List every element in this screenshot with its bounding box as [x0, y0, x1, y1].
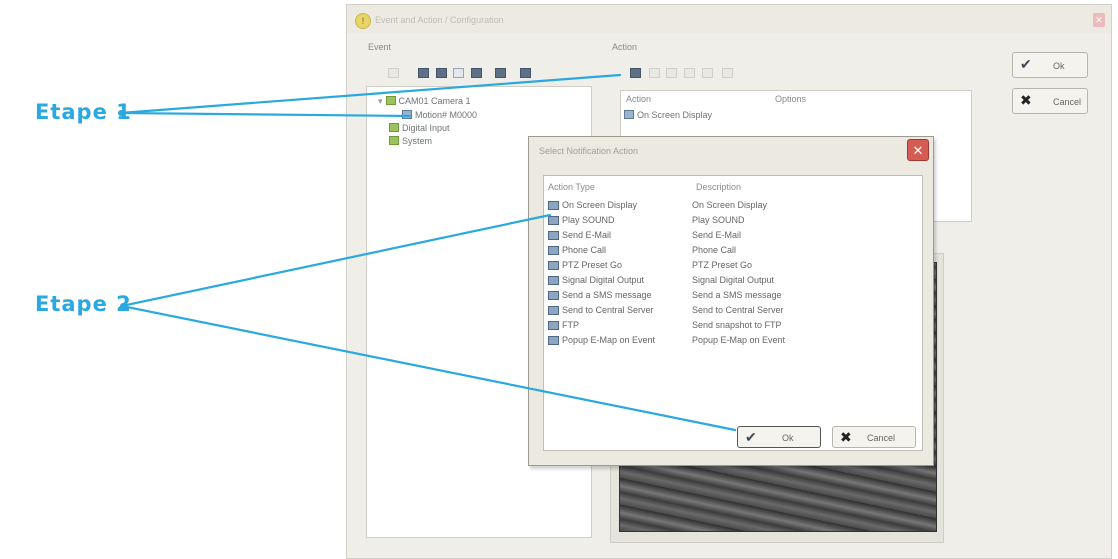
step1-line-to-toolbar	[118, 73, 622, 115]
step2-line-to-ok	[120, 304, 737, 432]
step1-line-to-tree	[118, 111, 412, 118]
step2-dot	[120, 303, 126, 309]
step2-line-to-list	[120, 213, 552, 308]
step1-dot	[118, 110, 124, 116]
annotation-lines	[118, 73, 737, 432]
